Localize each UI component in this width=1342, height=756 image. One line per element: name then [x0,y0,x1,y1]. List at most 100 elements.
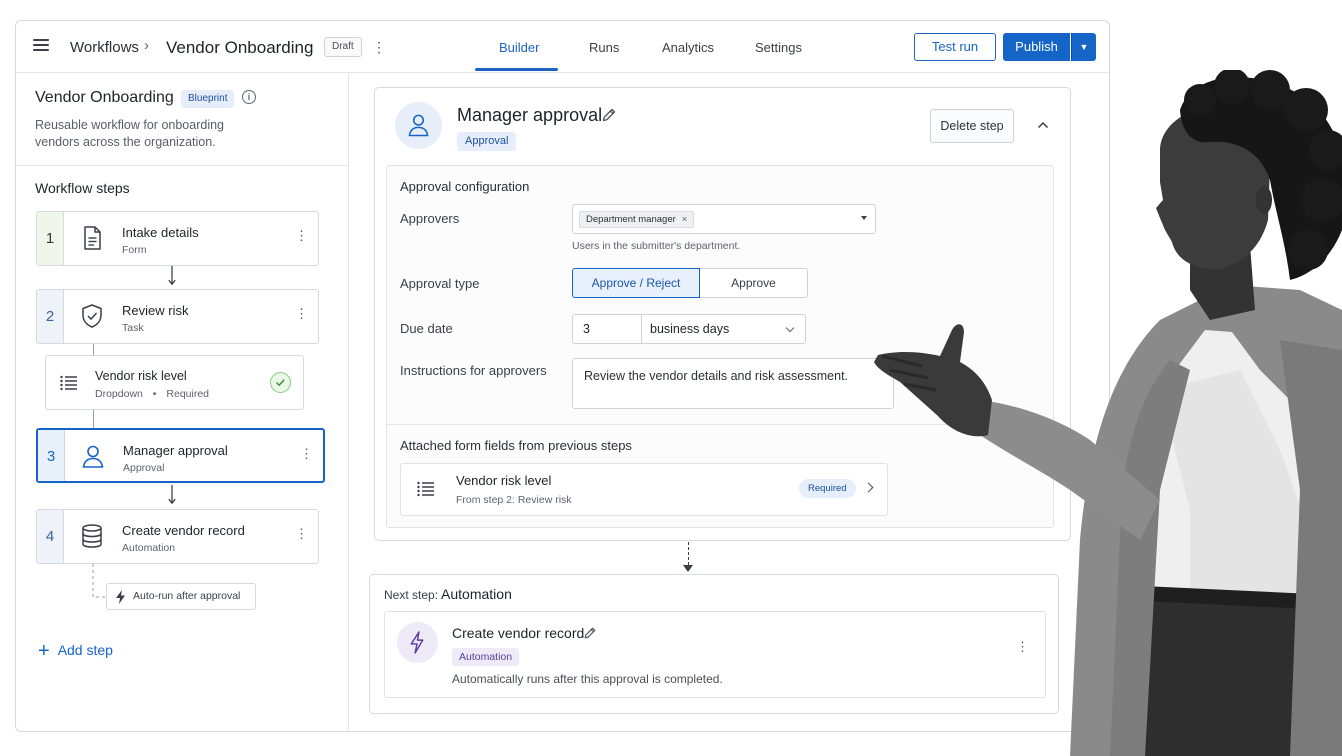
meta-separator: • [152,388,157,400]
next-step-name: Create vendor record [452,625,585,641]
next-step-label: Next step: Automation [384,586,512,602]
step-number: 2 [37,290,64,343]
approvers-select[interactable]: Department manager × [572,204,876,234]
workflow-description: Reusable workflow for onboarding vendors… [35,118,224,149]
step-more-icon[interactable]: ⋮ [300,447,313,461]
step-name: Intake details [122,225,199,240]
attached-field-source: From step 2: Review risk [456,494,572,506]
step-type: Form [122,244,147,256]
add-step-label: Add step [57,642,113,658]
breadcrumb-workflows[interactable]: Workflows [70,39,139,56]
step-name: Review risk [122,303,189,318]
workflow-steps-heading: Workflow steps [35,180,130,196]
divider [16,165,349,166]
test-run-button[interactable]: Test run [914,33,996,61]
instructions-label: Instructions for approvers [400,363,547,378]
next-step-kind: Automation [441,586,512,602]
list-icon [417,481,434,497]
automation-badge: Automation [452,648,520,666]
user-icon [408,114,429,137]
step-type: Automation [122,542,176,554]
config-heading: Approval configuration [400,179,530,194]
due-date-unit-select[interactable]: business days [642,314,806,344]
step-type: Task [122,322,144,334]
step-more-icon[interactable]: ⋮ [295,307,308,321]
chevron-right-icon: › [144,37,149,54]
edit-pencil-icon[interactable] [583,626,597,640]
workflow-step-3[interactable]: 3 Manager approval Approval ⋮ [36,428,325,483]
page-title: Vendor Onboarding [166,38,314,57]
top-bar: Workflows › Vendor Onboarding Draft ⋮ Bu… [16,21,1109,73]
next-step-prefix: Next step: [384,588,439,602]
step-number: 4 [37,510,64,563]
field-kind: Dropdown [95,388,143,400]
required-badge: Required [799,479,856,498]
approvers-helper: Users in the submitter's department. [572,240,741,252]
connector-arrow-icon [168,266,176,286]
due-date-unit-value: business days [650,322,730,336]
presenter-photo [874,70,1342,756]
more-options-icon[interactable]: ⋮ [372,37,386,57]
next-step-description: Automatically runs after this approval i… [452,672,723,686]
step-number: 1 [37,212,64,265]
step-type: Approval [123,462,165,474]
approval-type-approve[interactable]: Approve [700,268,808,298]
check-circle-icon [270,372,291,393]
workflow-step-1[interactable]: 1 Intake details Form ⋮ [36,211,319,266]
document-icon [84,226,101,250]
approver-chip: Department manager × [579,211,695,228]
blueprint-badge: Blueprint [181,90,235,108]
attached-field-name: Vendor risk level [456,473,552,488]
step-name: Create vendor record [122,523,245,538]
approval-type-approve-reject[interactable]: Approve / Reject [572,268,700,298]
status-badge: Draft [324,37,362,57]
step-more-icon[interactable]: ⋮ [295,527,308,541]
connector-arrow-icon [168,485,176,505]
auto-run-label: Auto-run after approval [133,590,241,602]
add-step-button[interactable]: + Add step [38,640,113,663]
lightning-icon [410,631,424,654]
auto-run-badge: Auto-run after approval [106,583,256,610]
step-avatar [395,102,442,149]
attached-field-vendor-risk-level[interactable]: Vendor risk level From step 2: Review ri… [400,463,888,516]
instructions-textarea[interactable]: Review the vendor details and risk asses… [572,358,894,409]
menu-icon[interactable] [33,39,49,53]
list-icon [60,375,77,391]
workflow-sidebar: Vendor Onboarding Blueprint i Reusable w… [16,73,349,731]
field-required: Required [166,388,210,400]
step-field-vendor-risk-level[interactable]: Vendor risk level Dropdown • Required [45,355,304,410]
chevron-down-icon [785,323,795,333]
step-name: Manager approval [123,443,228,458]
approvers-label: Approvers [400,211,460,226]
remove-chip-icon[interactable]: × [682,214,688,225]
edit-pencil-icon[interactable] [601,107,617,123]
lightning-icon [116,590,125,604]
tab-settings[interactable]: Settings [755,40,802,55]
step-more-icon[interactable]: ⋮ [295,229,308,243]
due-date-label: Due date [400,321,453,336]
step-type-badge: Approval [457,132,517,151]
active-tab-indicator [475,68,558,71]
automation-avatar [397,622,438,663]
user-icon [82,445,104,468]
connector-line [93,410,94,429]
publish-button[interactable]: Publish [1003,33,1070,61]
due-date-input[interactable]: 3 [572,314,642,344]
approval-type-label: Approval type [400,276,480,291]
plus-icon: + [38,640,50,662]
publish-options-chevron-down-icon[interactable]: ▼ [1071,33,1096,61]
workflow-step-2[interactable]: 2 Review risk Task ⋮ [36,289,319,344]
tab-runs[interactable]: Runs [589,40,619,55]
shield-check-icon [82,304,102,328]
field-meta: Dropdown • Required [95,388,209,400]
database-icon [82,524,102,548]
tab-builder[interactable]: Builder [499,40,539,55]
workflow-title: Vendor Onboarding [35,89,174,106]
attached-fields-heading: Attached form fields from previous steps [400,438,632,453]
info-icon[interactable]: i [242,90,256,104]
step-number: 3 [38,430,65,481]
field-name: Vendor risk level [95,369,187,383]
workflow-step-4[interactable]: 4 Create vendor record Automation ⋮ [36,509,319,564]
tab-analytics[interactable]: Analytics [662,40,714,55]
step-title: Manager approval [457,105,603,125]
